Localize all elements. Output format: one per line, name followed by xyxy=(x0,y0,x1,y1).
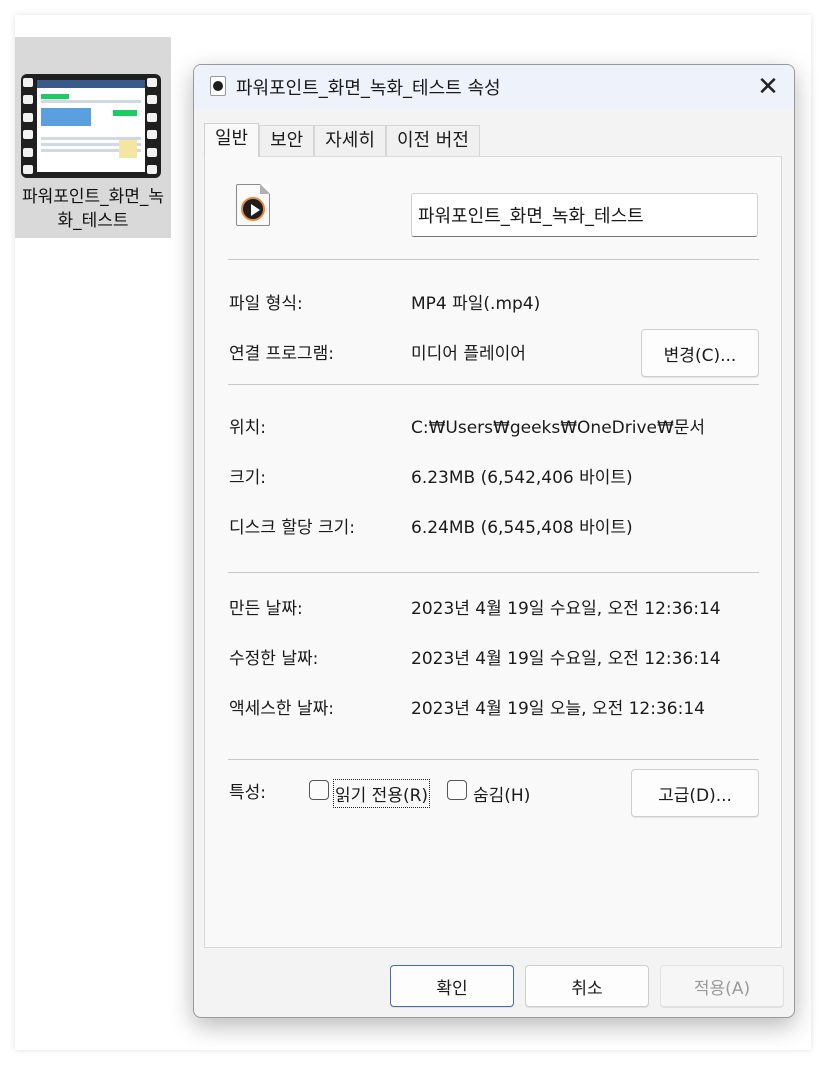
media-file-icon xyxy=(236,184,270,226)
desktop-file-name: 파워포인트_화면_녹화_테스트 xyxy=(15,185,171,233)
video-thumbnail xyxy=(21,74,161,178)
advanced-button[interactable]: 고급(D)... xyxy=(631,769,759,817)
divider xyxy=(228,259,759,260)
location-value: C:₩Users₩geeks₩OneDrive₩문서 xyxy=(411,418,706,438)
video-file-icon xyxy=(210,76,226,96)
film-strip-icon xyxy=(23,78,35,174)
tab-bar: 일반 보안 자세히 이전 버전 xyxy=(204,123,480,157)
size-value: 6.23MB (6,542,406 바이트) xyxy=(411,468,633,488)
apply-button[interactable]: 적용(A) xyxy=(660,965,784,1007)
accessed-value: 2023년 4월 19일 오늘, 오전 12:36:14 xyxy=(411,699,705,719)
divider xyxy=(228,759,759,760)
film-strip-icon xyxy=(147,78,159,174)
created-label: 만든 날짜: xyxy=(229,599,303,619)
tab-security[interactable]: 보안 xyxy=(259,125,315,157)
change-button[interactable]: 변경(C)... xyxy=(641,329,759,377)
size-label: 크기: xyxy=(229,468,267,488)
cancel-button[interactable]: 취소 xyxy=(525,965,649,1007)
attributes-label: 특성: xyxy=(229,783,267,803)
tab-details[interactable]: 자세히 xyxy=(314,125,386,157)
hidden-label[interactable]: 숨김(H) xyxy=(473,781,530,806)
file-type-value: MP4 파일(.mp4) xyxy=(411,294,541,314)
properties-dialog: 파워포인트_화면_녹화_테스트 속성 ✕ 일반 보안 자세히 이전 버전 파일 … xyxy=(193,64,795,1018)
divider xyxy=(228,384,759,385)
desktop-file-name-text: 파워포인트_화면_녹화_테스트 xyxy=(21,187,165,231)
ok-button[interactable]: 확인 xyxy=(390,965,514,1007)
file-type-label: 파일 형식: xyxy=(229,294,303,314)
modified-value: 2023년 4월 19일 수요일, 오전 12:36:14 xyxy=(411,649,721,669)
disk-size-label: 디스크 할당 크기: xyxy=(229,518,356,538)
created-value: 2023년 4월 19일 수요일, 오전 12:36:14 xyxy=(411,599,721,619)
hidden-checkbox[interactable] xyxy=(447,780,467,800)
title-bar[interactable]: 파워포인트_화면_녹화_테스트 속성 ✕ xyxy=(194,65,794,109)
location-label: 위치: xyxy=(229,418,267,438)
thumbnail-screen xyxy=(37,80,145,172)
tab-previous-versions[interactable]: 이전 버전 xyxy=(385,125,480,157)
desktop-file-item[interactable]: 파워포인트_화면_녹화_테스트 xyxy=(15,37,171,238)
opens-with-value: 미디어 플레이어 xyxy=(411,344,526,364)
disk-size-value: 6.24MB (6,545,408 바이트) xyxy=(411,518,633,538)
general-tab-panel: 파일 형식: MP4 파일(.mp4) 연결 프로그램: 미디어 플레이어 변경… xyxy=(204,156,782,948)
modified-label: 수정한 날짜: xyxy=(229,649,319,669)
file-name-field[interactable] xyxy=(411,193,758,237)
close-icon: ✕ xyxy=(757,72,779,102)
divider xyxy=(228,572,759,573)
accessed-label: 액세스한 날짜: xyxy=(229,699,334,719)
tab-general[interactable]: 일반 xyxy=(204,123,260,157)
opens-with-label: 연결 프로그램: xyxy=(229,344,334,364)
readonly-label[interactable]: 읽기 전용(R) xyxy=(332,779,431,808)
dialog-title: 파워포인트_화면_녹화_테스트 속성 xyxy=(236,78,501,99)
close-button[interactable]: ✕ xyxy=(750,69,786,105)
readonly-checkbox[interactable] xyxy=(309,780,329,800)
